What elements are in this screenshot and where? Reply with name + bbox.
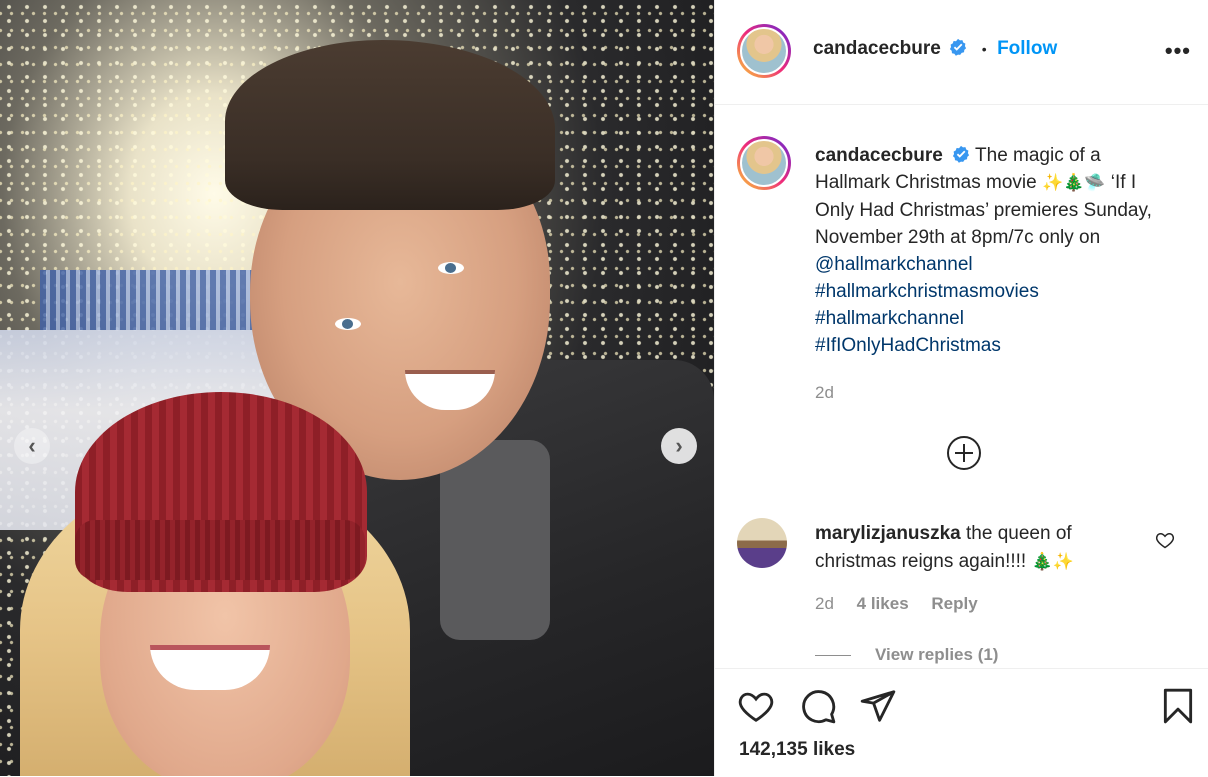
man-hair xyxy=(225,40,555,210)
caption-username[interactable]: candacecbure xyxy=(815,145,943,166)
verified-badge-icon xyxy=(952,145,970,163)
load-more-comments-icon[interactable] xyxy=(946,435,982,471)
likes-count[interactable]: 142,135 likes xyxy=(739,739,855,761)
verified-badge-icon xyxy=(950,38,967,56)
comment-timestamp: 2d xyxy=(815,594,834,613)
hashtag-link[interactable]: #hallmarkchristmasmovies xyxy=(815,281,1039,302)
comment-meta: 2d 4 likes Reply xyxy=(815,594,978,614)
hashtag-link[interactable]: #hallmarkchannel xyxy=(815,308,964,329)
follow-button[interactable]: Follow xyxy=(997,38,1057,59)
comment-item: marylizjanuszka the queen of christmas r… xyxy=(815,520,1145,576)
man-shirt xyxy=(440,440,550,640)
comment-likes[interactable]: 4 likes xyxy=(857,594,909,613)
next-photo-button[interactable]: › xyxy=(661,428,697,464)
caption-timestamp: 2d xyxy=(815,383,834,402)
author-avatar-image xyxy=(740,27,788,75)
hashtag-link[interactable]: #IfIOnlyHadChristmas xyxy=(815,335,1001,356)
share-icon[interactable] xyxy=(859,687,897,725)
heart-icon[interactable] xyxy=(737,687,775,725)
post-actions-bar: 142,135 likes xyxy=(715,668,1208,777)
mention-link[interactable]: @hallmarkchannel xyxy=(815,254,973,275)
post-photo: ‹ › xyxy=(0,0,714,776)
post-header: candacecbure • Follow ••• xyxy=(715,0,1208,105)
more-options-icon[interactable]: ••• xyxy=(1165,38,1191,64)
reply-button[interactable]: Reply xyxy=(931,594,977,613)
commenter-avatar[interactable] xyxy=(737,518,787,568)
heart-icon[interactable] xyxy=(1155,530,1175,550)
chevron-right-icon: › xyxy=(675,433,683,458)
author-username[interactable]: candacecbure xyxy=(813,38,941,59)
caption-emojis: ✨🎄🛸 xyxy=(1041,173,1106,193)
chevron-left-icon: ‹ xyxy=(28,433,36,458)
man-eye-left xyxy=(335,318,361,330)
post-caption: candacecbure The magic of a Hallmark Chr… xyxy=(815,142,1155,406)
caption-author-avatar[interactable] xyxy=(737,136,791,190)
man-eye-right xyxy=(438,262,464,274)
comment-icon[interactable] xyxy=(799,687,837,725)
caption-avatar-image xyxy=(740,139,788,187)
view-replies-button[interactable]: View replies (1) xyxy=(815,645,998,665)
bookmark-icon[interactable] xyxy=(1159,687,1197,725)
beanie-brim xyxy=(75,520,365,580)
commenter-username[interactable]: marylizjanuszka xyxy=(815,523,961,544)
previous-photo-button[interactable]: ‹ xyxy=(14,428,50,464)
header-user-row: candacecbure • Follow xyxy=(813,38,1057,60)
header-separator: • xyxy=(981,41,987,57)
comment-emojis: 🎄✨ xyxy=(1031,552,1074,572)
post-side-panel: candacecbure • Follow ••• candacecbure T… xyxy=(714,0,1208,777)
author-avatar[interactable] xyxy=(737,24,791,78)
